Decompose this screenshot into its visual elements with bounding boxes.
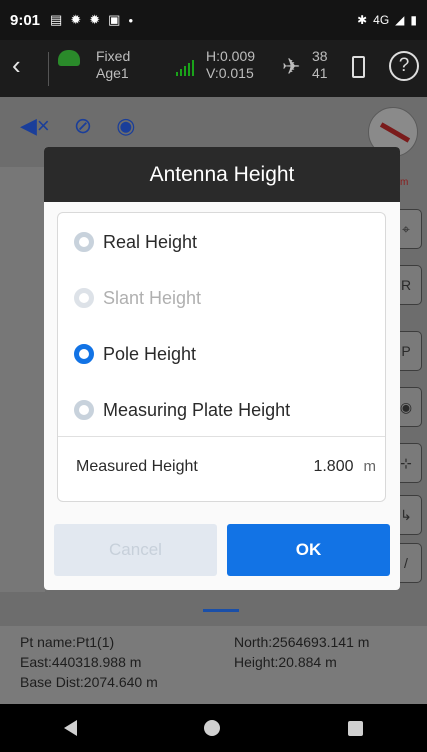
base-dist: Base Dist:2074.640 m bbox=[20, 674, 158, 690]
dot-icon: • bbox=[128, 12, 133, 28]
measured-height-unit: m bbox=[363, 458, 377, 475]
v-precision: V:0.015 bbox=[206, 65, 254, 81]
measured-height-label: Measured Height bbox=[76, 458, 198, 475]
divider bbox=[58, 436, 385, 437]
option-pole-height[interactable]: Pole Height bbox=[74, 339, 196, 369]
left-panel bbox=[0, 167, 45, 625]
signal-bars-icon bbox=[176, 60, 194, 76]
option-label: Slant Height bbox=[103, 287, 202, 308]
radio-icon[interactable] bbox=[74, 400, 94, 420]
status-bar: 9:01 ▤ ✹ ✹ ▣ • ✱ 4G ◢ ▮ bbox=[0, 0, 427, 40]
h-precision: H:0.009 bbox=[206, 48, 256, 64]
mute-icon[interactable]: ◀× bbox=[20, 113, 50, 139]
radio-icon[interactable] bbox=[74, 288, 94, 308]
ok-button[interactable]: OK bbox=[227, 524, 390, 576]
nav-bar bbox=[0, 704, 427, 752]
app-header: ‹ Fixed Age1 H:0.009 V:0.015 ✈ 38 41 ? bbox=[0, 40, 427, 97]
recents-icon[interactable] bbox=[348, 720, 364, 736]
message-icon: ▤ bbox=[50, 12, 63, 27]
age-label: Age1 bbox=[96, 65, 129, 81]
option-measuring-plate-height[interactable]: Measuring Plate Height bbox=[74, 395, 290, 425]
back-icon[interactable]: ‹ bbox=[12, 50, 21, 81]
back-icon[interactable] bbox=[63, 720, 77, 736]
measured-height-row[interactable]: Measured Height 1.800 m bbox=[76, 458, 376, 476]
measured-height-input[interactable]: 1.800 bbox=[313, 458, 353, 476]
photo-icon: ▣ bbox=[108, 12, 121, 27]
option-real-height[interactable]: Real Height bbox=[74, 227, 197, 257]
battery-icon: ▮ bbox=[410, 13, 417, 27]
radio-selected-icon[interactable] bbox=[74, 344, 94, 364]
option-label: Measuring Plate Height bbox=[103, 399, 291, 420]
north-value: North:2564693.141 m bbox=[234, 634, 370, 650]
visibility-off-icon[interactable]: ⊘ bbox=[74, 113, 92, 139]
device-battery-icon[interactable] bbox=[352, 56, 365, 78]
help-icon[interactable]: ? bbox=[389, 51, 419, 81]
option-label: Pole Height bbox=[103, 343, 197, 364]
fix-status: Fixed bbox=[96, 48, 131, 64]
satellite-icon: ✈ bbox=[282, 54, 301, 79]
antenna-height-dialog: Antenna Height Real Height Slant Height … bbox=[44, 147, 400, 590]
bluetooth-icon: ✱ bbox=[357, 13, 368, 27]
status-time: 9:01 bbox=[10, 11, 41, 29]
settings-icon: ✹ bbox=[89, 12, 101, 27]
signal-icon: ◢ bbox=[395, 13, 405, 27]
settings-icon: ✹ bbox=[70, 12, 82, 27]
radio-icon[interactable] bbox=[74, 232, 94, 252]
network-label: 4G bbox=[373, 13, 390, 27]
home-icon[interactable] bbox=[204, 720, 221, 736]
height-value: Height:20.884 m bbox=[234, 654, 337, 670]
height-options-card: Real Height Slant Height Pole Height Mea… bbox=[57, 212, 386, 502]
option-slant-height[interactable]: Slant Height bbox=[74, 283, 201, 313]
pt-name: Pt name:Pt1(1) bbox=[20, 634, 115, 650]
dialog-title: Antenna Height bbox=[44, 147, 400, 202]
compass-icon[interactable]: ◉ bbox=[116, 113, 135, 139]
east-value: East:440318.988 m bbox=[20, 654, 142, 670]
option-label: Real Height bbox=[103, 231, 198, 252]
page-indicator bbox=[203, 609, 239, 612]
sat-total: 41 bbox=[312, 65, 328, 81]
sat-used: 38 bbox=[312, 48, 328, 64]
info-panel: Pt name:Pt1(1) North:2564693.141 m East:… bbox=[0, 626, 427, 704]
rover-icon bbox=[58, 50, 80, 66]
cancel-button[interactable]: Cancel bbox=[54, 524, 217, 576]
